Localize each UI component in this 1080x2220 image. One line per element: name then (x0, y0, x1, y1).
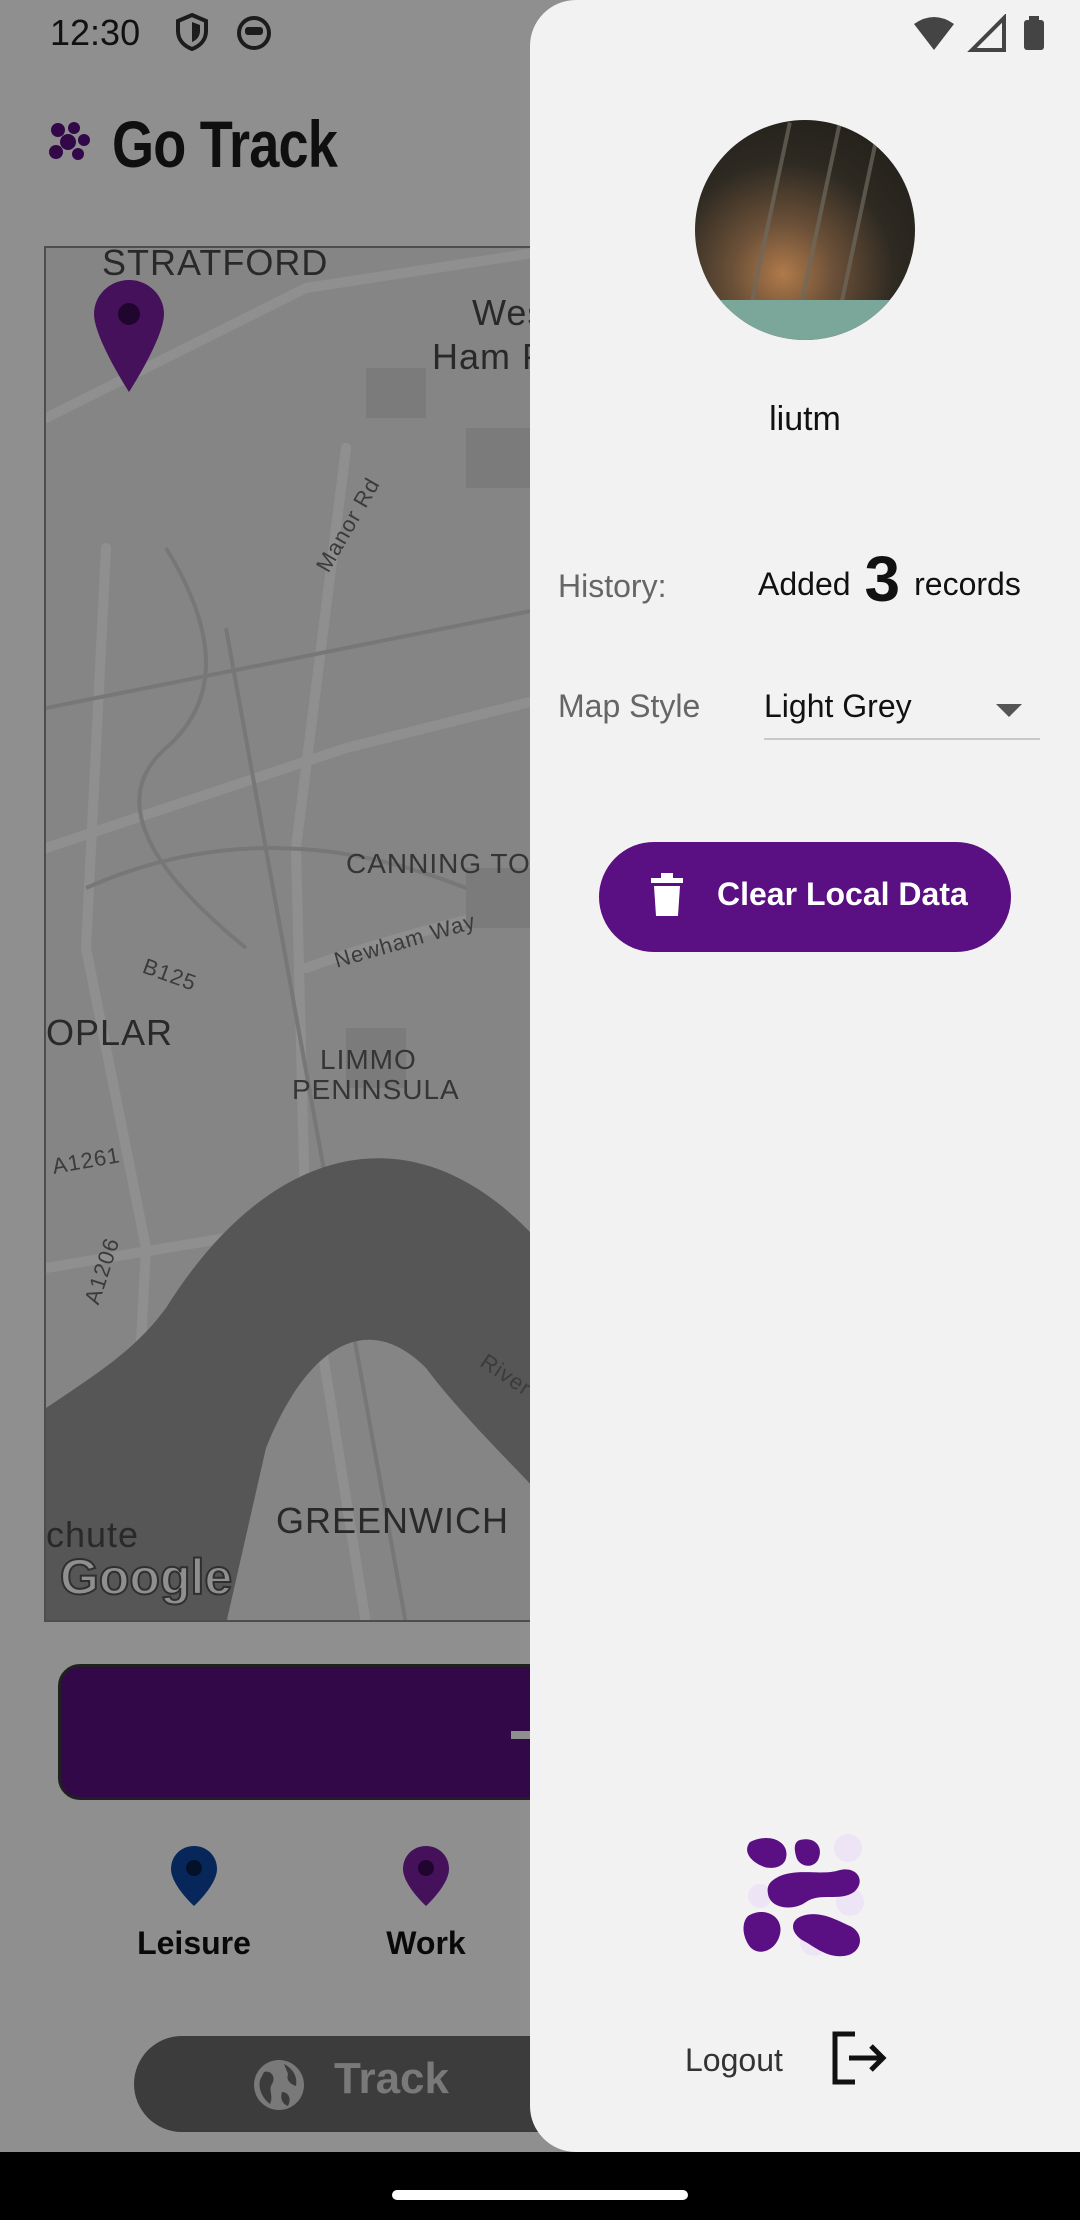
logout-label: Logout (685, 2042, 783, 2078)
map-style-dropdown[interactable]: Light Grey (764, 680, 1040, 740)
wifi-icon (914, 17, 954, 50)
dropdown-arrow-icon (996, 704, 1022, 717)
history-suffix: records (914, 566, 1021, 602)
history-prefix: Added (758, 566, 851, 602)
history-count: 3 (864, 543, 901, 615)
map-style-value: Light Grey (764, 688, 912, 724)
clear-local-data-label: Clear Local Data (717, 876, 968, 912)
screen: 12:30 Go Track STRATFORD Wes Ham P Manor… (0, 0, 1080, 2220)
clear-local-data-button[interactable]: Clear Local Data (599, 842, 1011, 952)
map-style-label: Map Style (558, 688, 701, 724)
logout-icon (831, 2030, 891, 2091)
navigation-drawer: liutm History: Added 3 records Map Style L… (530, 0, 1080, 2152)
drawer-logo-icon (740, 1832, 870, 1967)
username: liutm (769, 400, 841, 438)
drawer-status-icons (912, 13, 1062, 59)
trash-icon (649, 872, 685, 921)
history-label: History: (558, 568, 667, 604)
battery-icon (1024, 20, 1044, 50)
home-gesture-handle[interactable] (392, 2190, 688, 2200)
signal-icon (967, 13, 1006, 52)
history-value: Added 3 records (758, 542, 1021, 616)
profile-avatar[interactable] (695, 120, 915, 340)
system-navigation-bar (0, 2152, 1080, 2220)
